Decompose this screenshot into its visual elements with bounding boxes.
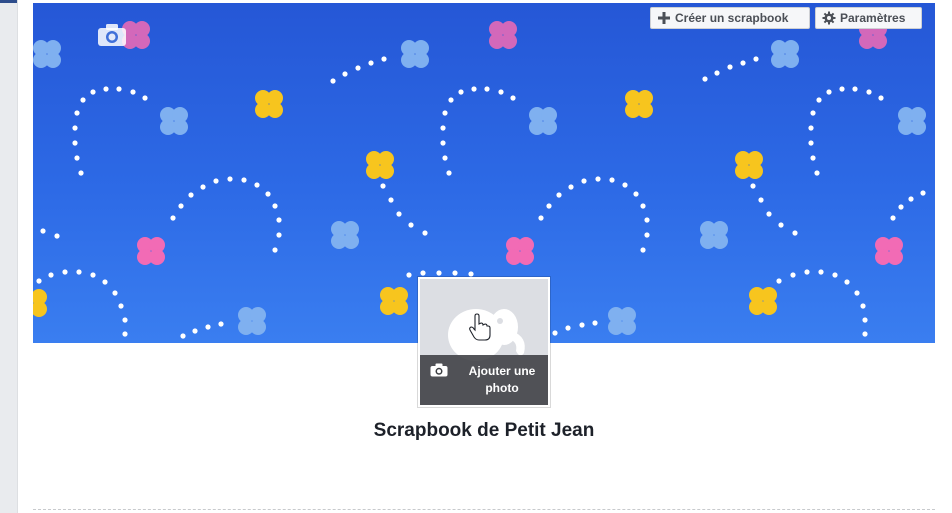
settings-button[interactable]: Paramètres [815,7,922,29]
add-photo-camera-icon [430,363,448,377]
create-scrapbook-label: Créer un scrapbook [675,11,789,25]
profile-picture[interactable]: Ajouter une photo [418,277,550,407]
add-photo-button[interactable]: Ajouter une photo [420,355,548,405]
plus-icon [657,11,671,25]
settings-label: Paramètres [840,11,906,25]
gear-icon [822,11,836,25]
create-scrapbook-button[interactable]: Créer un scrapbook [650,7,810,29]
add-photo-label: Ajouter une photo [468,364,536,395]
profile-placeholder: Ajouter une photo [420,279,548,405]
section-divider [33,509,935,510]
scrapbook-title: Scrapbook de Petit Jean [373,420,595,441]
cover-camera-icon[interactable] [97,23,127,47]
